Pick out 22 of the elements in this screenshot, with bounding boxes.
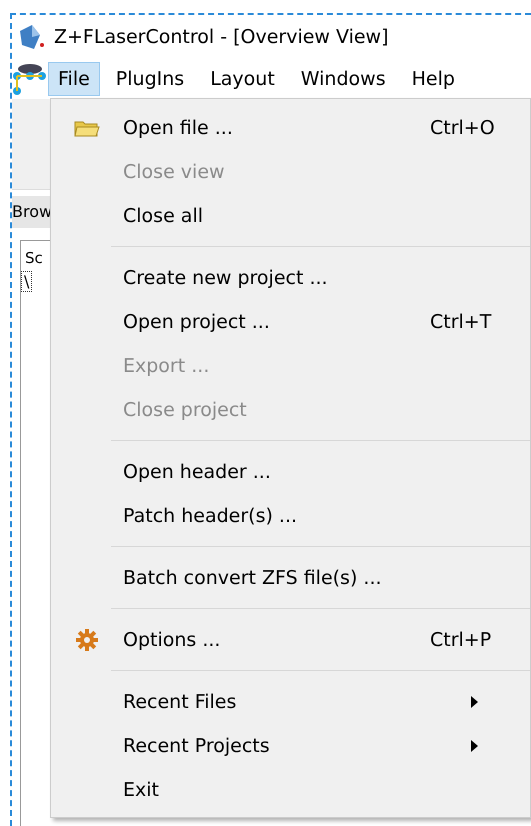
menu-item[interactable]: Windows (290, 62, 396, 96)
menu-entry[interactable]: Open header ... (51, 450, 530, 494)
menu-entry[interactable]: Exit (51, 768, 530, 812)
menu-entry[interactable]: Create new project ... (51, 256, 530, 300)
menu-item[interactable]: Layout (200, 62, 285, 96)
menu-item[interactable]: File (48, 62, 100, 96)
menu-entry[interactable]: Recent Projects (51, 724, 530, 768)
menu-item[interactable]: Help (402, 62, 465, 96)
menu-entry[interactable]: Recent Files (51, 680, 530, 724)
submenu-arrow-icon (470, 696, 478, 708)
menu-entry[interactable]: Patch header(s) ... (51, 494, 530, 538)
submenu-arrow-icon (470, 740, 478, 752)
menu-entry[interactable]: Open project ... Ctrl+T (51, 300, 530, 344)
column-header: Sc (25, 249, 44, 267)
menu-entry[interactable]: Batch convert ZFS file(s) ... (51, 556, 530, 600)
window-title: Z+FLaserControl - [Overview View] (54, 26, 389, 48)
network-icon (12, 61, 48, 97)
settings-icon (75, 628, 99, 652)
menu-entry[interactable]: Options ... Ctrl+P (51, 618, 530, 662)
menu-entry[interactable]: Open file ... Ctrl+O (51, 106, 530, 150)
tree-item[interactable]: \ (21, 271, 32, 292)
menu-item[interactable]: PlugIns (106, 62, 194, 96)
